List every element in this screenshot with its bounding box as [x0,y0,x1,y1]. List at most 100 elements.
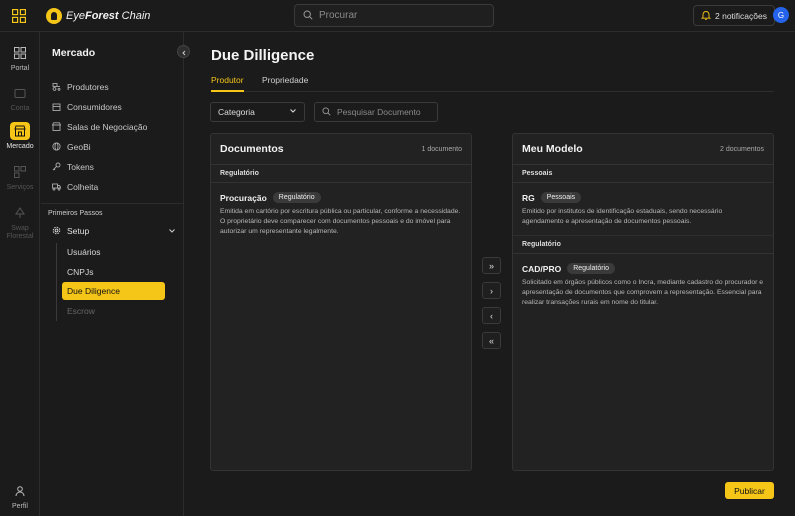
submenu-guide-line [56,243,57,321]
sidebar-divider [41,203,184,204]
section-label: Regulatório [513,236,773,254]
collapse-sidebar-button[interactable] [177,45,190,58]
rail-item-conta[interactable]: Conta [0,84,40,113]
documentos-title: Documentos [220,143,284,155]
sidebar-item-geobi[interactable]: GeoBi [52,140,91,154]
rail-label: Portal [10,65,30,72]
search-icon [303,7,313,25]
document-description: Emitido por institutos de identificação … [522,208,723,225]
rail-label: Swap Florestal [6,225,34,240]
notifications-label: 2 notificações [715,10,767,21]
document-description: Emitida em cartório por escritura públic… [220,208,461,235]
category-dropdown-label: Categoria [218,107,255,117]
truck-icon [52,182,61,193]
move-all-left-button[interactable]: « [482,332,501,349]
sidebar-item-produtores[interactable]: Produtores [52,80,109,94]
chevron-down-icon [168,227,176,237]
logo-mark-icon [46,8,62,24]
gear-icon [52,226,61,237]
move-right-button[interactable]: › [482,282,501,299]
setup-toggle[interactable]: Setup [52,224,176,238]
user-icon [10,482,30,500]
section-label: Pessoais [513,165,773,183]
rail-label: Serviços [6,184,34,191]
meu-modelo-panel: Meu Modelo 2 documentos Pessoais RG Pess… [512,133,774,471]
sidebar-item-label: GeoBi [67,142,91,152]
brand-logo[interactable]: EyeForest Chain [46,7,150,25]
documentos-header: Documentos 1 documento [211,134,471,165]
brand-name: EyeForest Chain [66,10,151,22]
move-left-button[interactable]: ‹ [482,307,501,324]
chevron-down-icon [289,107,297,117]
category-badge: Pessoais [540,192,582,203]
building-icon [52,102,61,113]
rail-item-servicos[interactable]: Serviços [0,163,40,192]
tab-bar: Produtor Propriedade [211,75,774,92]
sidebar-item-label: Tokens [67,162,94,172]
sidebar-item-consumidores[interactable]: Consumidores [52,100,122,114]
rail-label: Conta [10,105,30,112]
app-rail: Portal Conta Mercado Serviços Swap Flore… [0,32,40,516]
bell-icon [700,10,712,22]
document-search-input[interactable] [337,107,437,117]
page-title: Due Dilligence [211,47,315,64]
sidebar-subitem-cnpjs[interactable]: CNPJs [62,263,165,281]
grid-icon [10,44,30,62]
document-item-procuracao[interactable]: Procuração Regulatório Emitida em cartór… [211,183,471,245]
tab-propriedade[interactable]: Propriedade [262,75,308,92]
top-bar: EyeForest Chain 2 notificações G [0,0,795,32]
sidebar-item-label: Colheita [67,182,99,192]
meu-modelo-header: Meu Modelo 2 documentos [513,134,773,165]
store-icon [10,122,30,140]
sidebar-subitem-usuarios[interactable]: Usuários [62,243,165,261]
sidebar-group-label: Primeiros Passos [48,210,103,217]
global-search-input[interactable] [319,10,479,21]
move-all-right-button[interactable]: » [482,257,501,274]
key-icon [52,162,61,173]
section-label: Regulatório [211,165,471,183]
notifications-button[interactable]: 2 notificações [693,5,775,26]
sidebar-item-salas-de-negociacao[interactable]: Salas de Negociação [51,120,148,134]
category-badge: Regulatório [272,192,321,203]
meu-modelo-count: 2 documentos [720,145,764,153]
sidebar-item-label: Produtores [67,82,109,92]
publish-button[interactable]: Publicar [725,482,774,499]
rail-item-swap-florestal[interactable]: Swap Florestal [0,204,40,241]
document-name: Procuração [220,192,267,203]
search-icon [322,103,331,121]
sidebar-item-tokens[interactable]: Tokens [52,160,94,174]
category-badge: Regulatório [567,263,616,274]
rail-item-mercado[interactable]: Mercado [0,122,40,151]
document-name: RG [522,192,535,203]
setup-label: Setup [67,226,90,236]
sidebar-item-label: Salas de Negociação [67,122,148,132]
rail-item-perfil[interactable]: Perfil [0,482,40,511]
user-avatar[interactable]: G [773,7,789,23]
store-icon [51,121,62,133]
tree-icon [10,204,30,222]
rail-item-portal[interactable]: Portal [0,44,40,73]
sidebar-title: Mercado [52,47,96,59]
document-search[interactable] [314,102,438,122]
document-description: Solicitado em órgãos públicos como o Inc… [522,279,764,306]
documentos-panel: Documentos 1 documento Regulatório Procu… [210,133,472,471]
wallet-icon [10,84,30,102]
tab-produtor[interactable]: Produtor [211,75,244,92]
rail-label: Perfil [12,503,28,510]
tractor-icon [52,82,61,93]
services-icon [10,163,30,181]
globe-icon [52,141,61,153]
category-dropdown[interactable]: Categoria [210,102,305,122]
sidebar-item-colheita[interactable]: Colheita [52,180,98,194]
apps-grid-icon[interactable] [12,9,26,23]
global-search[interactable] [294,4,494,27]
document-item-rg[interactable]: RG Pessoais Emitido por institutos de id… [513,183,773,236]
document-name: CAD/PRO [522,263,562,274]
sidebar-subitem-due-diligence[interactable]: Due Diligence [62,282,165,300]
documentos-count: 1 documento [421,145,462,153]
chevron-left-icon [181,43,187,61]
document-item-cad-pro[interactable]: CAD/PRO Regulatório Solicitado em órgãos… [513,254,773,316]
sidebar-item-label: Consumidores [67,102,122,112]
rail-label: Mercado [6,143,34,150]
sidebar-subitem-escrow[interactable]: Escrow [62,302,165,320]
